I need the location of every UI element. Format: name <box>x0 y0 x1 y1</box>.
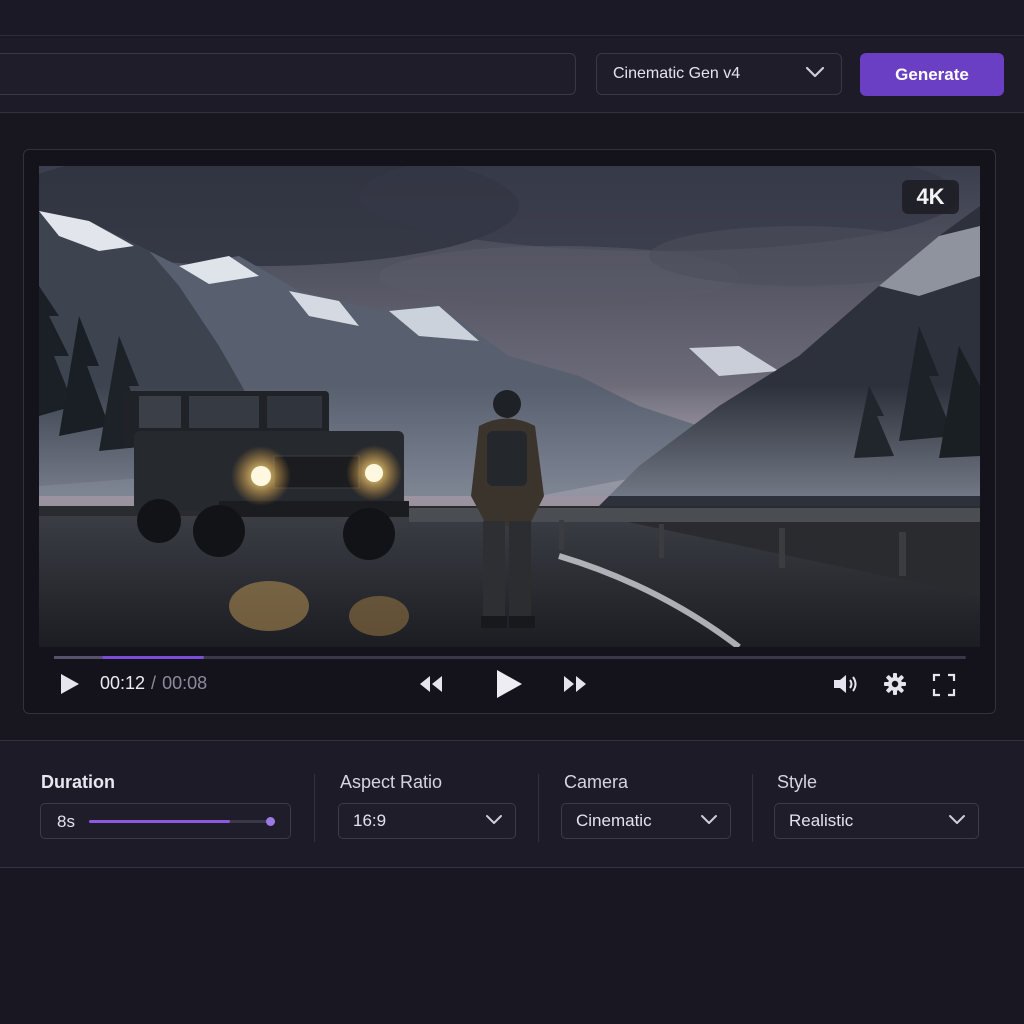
progress-buffer <box>54 656 103 659</box>
play-icon <box>494 670 524 704</box>
rewind-icon <box>418 676 444 698</box>
duration-slider-track[interactable] <box>89 817 275 826</box>
video-scene-image <box>39 166 980 647</box>
model-select[interactable]: Cinematic Gen v4 <box>596 53 842 95</box>
style-select[interactable]: Realistic <box>774 803 979 839</box>
duration-value: 8s <box>57 812 75 831</box>
prompt-input[interactable] <box>0 53 576 95</box>
camera-value: Cinematic <box>576 811 652 830</box>
fast-forward-icon <box>562 676 588 698</box>
progress-bar[interactable] <box>54 656 966 659</box>
generate-button[interactable]: Generate <box>860 53 1004 96</box>
duration-slider-fill <box>89 820 231 823</box>
play-icon <box>58 674 82 700</box>
aspect-ratio-select[interactable]: 16:9 <box>338 803 516 839</box>
gear-icon <box>883 673 907 700</box>
chevron-down-icon <box>948 812 966 830</box>
settings-button[interactable] <box>883 672 907 701</box>
resolution-badge: 4K <box>902 180 959 214</box>
play-button[interactable] <box>58 672 82 701</box>
bottom-area <box>0 869 1024 1024</box>
time-display: 00:12 / 00:08 <box>100 673 207 694</box>
top-strip <box>0 0 1024 36</box>
video-frame[interactable] <box>39 166 980 647</box>
camera-label: Camera <box>564 772 629 792</box>
aspect-ratio-label: Aspect Ratio <box>340 772 443 792</box>
chevron-down-icon <box>485 812 503 830</box>
duration-label: Duration <box>41 772 115 792</box>
divider <box>538 774 539 842</box>
duration-slider[interactable]: 8s <box>40 803 291 839</box>
chevron-down-icon <box>700 812 718 830</box>
current-time: 00:12 <box>100 673 146 693</box>
camera-select[interactable]: Cinematic <box>561 803 731 839</box>
divider <box>752 774 753 842</box>
center-play-button[interactable] <box>494 668 524 705</box>
fullscreen-button[interactable] <box>932 673 956 702</box>
rewind-button[interactable] <box>418 674 444 699</box>
model-select-value: Cinematic Gen v4 <box>613 65 741 82</box>
aspect-ratio-value: 16:9 <box>353 811 387 830</box>
total-time: 00:08 <box>162 673 208 693</box>
style-label: Style <box>777 772 818 792</box>
volume-button[interactable] <box>832 672 860 701</box>
volume-icon <box>832 675 860 700</box>
style-value: Realistic <box>789 811 854 830</box>
time-separator: / <box>151 673 157 693</box>
duration-slider-thumb[interactable] <box>266 817 275 826</box>
divider <box>314 774 315 842</box>
fast-forward-button[interactable] <box>562 674 588 699</box>
fullscreen-icon <box>932 673 956 701</box>
chevron-down-icon <box>805 65 825 83</box>
progress-fill <box>102 656 205 659</box>
